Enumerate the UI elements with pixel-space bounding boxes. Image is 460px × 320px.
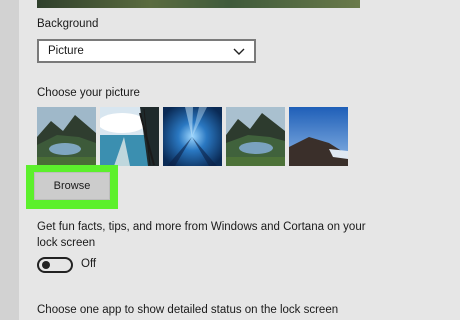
choose-picture-label: Choose your picture <box>37 87 140 99</box>
thumbnail-beach-cliff[interactable] <box>100 107 159 166</box>
background-dropdown-value: Picture <box>48 45 84 57</box>
toggle-state-label: Off <box>81 258 97 270</box>
thumbnail-mountain-lake[interactable] <box>37 107 96 166</box>
browse-button[interactable]: Browse <box>34 172 110 200</box>
toggle-knob <box>42 261 50 269</box>
thumbnail-underwater-light[interactable] <box>163 107 222 166</box>
left-nav-strip <box>0 0 19 320</box>
lock-screen-preview <box>37 0 360 8</box>
chevron-down-icon <box>233 48 245 55</box>
background-label: Background <box>37 18 99 30</box>
fun-facts-text: Get fun facts, tips, and more from Windo… <box>37 221 366 249</box>
thumbnail-mountain-lake-2[interactable] <box>226 107 285 166</box>
thumbnail-blue-sky-hill[interactable] <box>289 107 348 166</box>
background-dropdown[interactable]: Picture <box>37 39 256 63</box>
status-app-label: Choose one app to show detailed status o… <box>37 304 339 316</box>
fun-facts-toggle[interactable] <box>37 257 73 273</box>
